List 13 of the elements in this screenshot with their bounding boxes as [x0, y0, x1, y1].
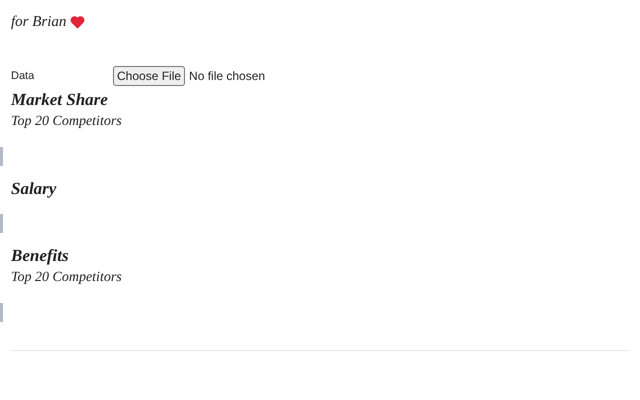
section-title: Benefits — [11, 245, 69, 267]
section-subtitle: Top 20 Competitors — [11, 269, 122, 287]
heart-icon — [70, 15, 86, 29]
choose-file-button[interactable]: Choose File — [113, 66, 186, 86]
file-status-text: No file chosen — [189, 68, 266, 85]
chart-placeholder-bar — [0, 214, 3, 233]
chart-placeholder-bar — [0, 303, 3, 322]
data-label: Data — [11, 68, 36, 84]
section-title: Salary — [11, 178, 56, 200]
chart-placeholder-bar — [0, 147, 3, 166]
section-title: Market Share — [11, 89, 108, 111]
section-subtitle: Top 20 Competitors — [11, 113, 122, 131]
dedication-text: for Brian — [11, 13, 66, 32]
